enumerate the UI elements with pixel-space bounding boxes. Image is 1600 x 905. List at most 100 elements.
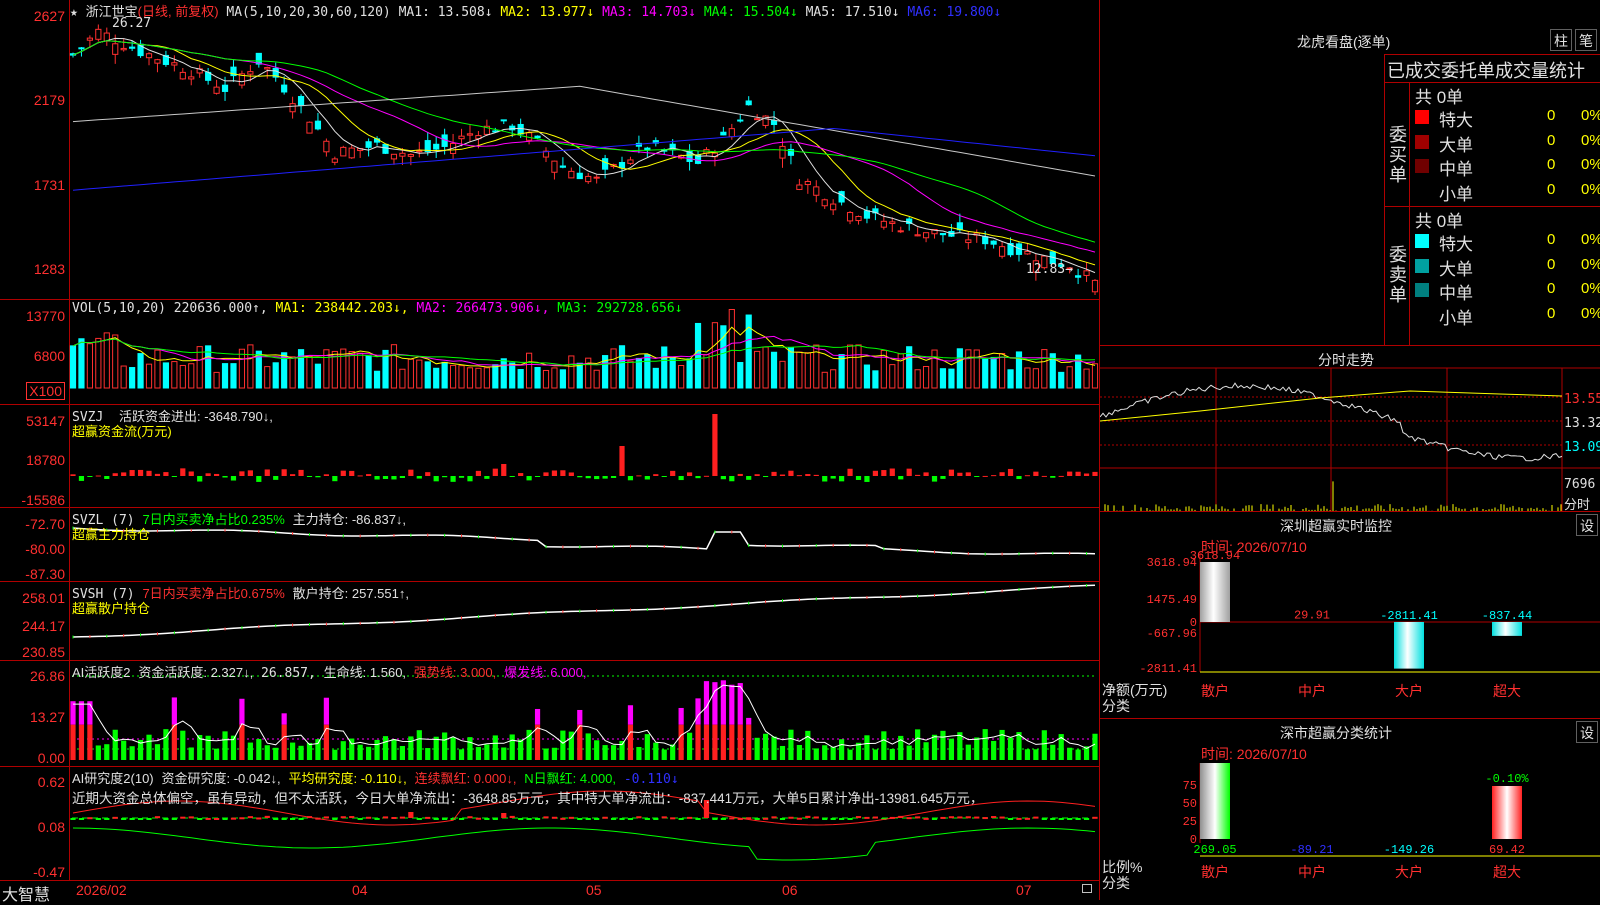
- ma3-value: MA3: 14.703↓: [602, 5, 697, 20]
- flow-bar: [154, 473, 161, 476]
- research-bar: [720, 818, 726, 820]
- research-bar: [915, 816, 921, 819]
- activity-bar: [298, 745, 304, 760]
- activity-bar: [70, 701, 76, 725]
- sz-monitor-panel[interactable]: 深圳超赢实时监控 设 时间: 2026/07/10 3618.94 1475.49…: [1099, 511, 1600, 718]
- flow-bar: [855, 476, 862, 480]
- color-swatch: [1415, 283, 1429, 297]
- volume-bar: [796, 351, 803, 389]
- research-bar: [526, 818, 532, 820]
- candle: [813, 186, 820, 196]
- flow-bar: [366, 474, 372, 476]
- research-bar: [957, 816, 963, 819]
- flow-bar: [619, 446, 625, 476]
- flow-bar: [957, 472, 963, 476]
- vol-header: VOL(5,10,20) 220636.000↑, MA1: 238442.20…: [72, 301, 683, 316]
- bar-view-button[interactable]: 柱: [1550, 29, 1572, 51]
- research-bar: [137, 818, 144, 820]
- research-bar: [146, 818, 152, 820]
- candle: [846, 212, 854, 222]
- research-bar: [560, 817, 566, 820]
- research-bar: [154, 816, 161, 819]
- volume-bar: [728, 308, 735, 389]
- ma5-line: [72, 85, 1096, 177]
- intraday-panel[interactable]: 分时走势 13.55 13.32 13.09 7696 分时: [1099, 345, 1600, 512]
- row-label: 小单: [1439, 308, 1473, 328]
- svsh-panel[interactable]: 258.01 244.17 230.85 SVSH (7) 7日内买卖净占比0.…: [0, 582, 1099, 661]
- ai2-label: AI研究度2(10): [72, 771, 154, 786]
- research-bar: [653, 818, 659, 820]
- ai1-t2: 26.857,: [261, 666, 316, 681]
- vol-ma1: MA1: 238442.203↓,: [275, 301, 409, 316]
- flow-bar: [627, 476, 634, 481]
- price-panel[interactable]: 2627 2179 1731 1283 ★ 浙江世宝(日线, 前复权) MA(5…: [0, 0, 1099, 300]
- sz-class-panel[interactable]: 深市超赢分类统计 设 时间: 2026/07/10 75 50 25 0 -0.10% 2…: [1099, 718, 1600, 900]
- svzj-panel[interactable]: 53147 18780 -15586 SVZJ 活跃资金进出: -3648.79…: [0, 405, 1099, 508]
- flow-bar: [433, 476, 439, 482]
- lock-icon[interactable]: [1082, 884, 1092, 893]
- tick-view-button[interactable]: 笔: [1575, 29, 1597, 51]
- activity-bar: [382, 736, 389, 760]
- ai2-t4: N日飘红: 4.000,: [524, 771, 617, 786]
- flow-bar: [1075, 471, 1081, 476]
- volume-bar: [348, 351, 355, 389]
- candlestick-chart[interactable]: [0, 0, 1099, 300]
- candle: [576, 172, 583, 180]
- bar-value: -149.26: [1384, 843, 1434, 857]
- research-bar: [205, 817, 211, 820]
- flow-bar: [137, 469, 144, 476]
- candle: [297, 96, 305, 106]
- activity-bar: [501, 747, 507, 760]
- monitor-bar: [1394, 622, 1424, 669]
- volume-bar: [509, 362, 516, 389]
- activity-bar: [180, 730, 186, 760]
- candle: [1075, 275, 1082, 278]
- activity-bar: [729, 724, 735, 760]
- volume-bar: [112, 334, 119, 389]
- flow-bar: [442, 476, 448, 478]
- research-bar: [805, 815, 811, 818]
- candle: [914, 234, 921, 237]
- research-bar: [467, 816, 473, 819]
- vol-ma3: MA3: 292728.656↓: [557, 301, 683, 316]
- flow-bar: [982, 475, 988, 477]
- volume-bar: [1058, 371, 1065, 389]
- flow-bar: [678, 476, 684, 481]
- volume-panel[interactable]: 13770 6800 X100 VOL(5,10,20) 220636.000↑…: [0, 300, 1099, 405]
- activity-bar: [129, 746, 135, 760]
- activity-bar: [771, 736, 777, 760]
- activity-bar: [281, 724, 287, 760]
- flow-bar: [281, 469, 287, 476]
- ai-activity-panel[interactable]: 26.86 13.27 0.00 AI活跃度2 资金活跃度: 2.327↓, 2…: [0, 661, 1099, 767]
- activity-bar: [695, 724, 701, 760]
- ai-research-panel[interactable]: 0.62 0.08 -0.47 AI研究度2(10) 资金研究度: -0.042…: [0, 767, 1099, 880]
- candle: [559, 165, 566, 168]
- date-label: 07: [1016, 882, 1032, 898]
- volume-bar: [399, 368, 406, 389]
- flow-bar: [906, 468, 912, 476]
- activity-bar: [839, 739, 845, 760]
- flow-bar: [425, 472, 431, 476]
- research-bar: [864, 816, 870, 819]
- flow-bar: [830, 476, 836, 479]
- research-bar: [484, 818, 490, 820]
- activity-bar: [1050, 744, 1056, 760]
- svzl-panel[interactable]: -72.70 -80.00 -87.30 SVZL (7) 7日内买卖净占比0.…: [0, 508, 1099, 582]
- flow-bar: [999, 472, 1005, 476]
- activity-bar: [729, 684, 735, 725]
- activity-bar: [720, 724, 726, 760]
- ai1-label: AI活跃度2: [72, 665, 131, 680]
- candle: [863, 210, 871, 219]
- intraday-chart[interactable]: [1100, 346, 1600, 512]
- volume-bar: [230, 363, 237, 389]
- candle: [804, 181, 811, 186]
- volume-bar: [694, 322, 702, 389]
- activity-bar: [805, 730, 811, 760]
- volume-bar: [669, 357, 676, 389]
- activity-bar: [602, 745, 608, 760]
- volume-bar: [627, 360, 634, 389]
- ma6-value: MA6: 19.800↓: [907, 5, 1002, 20]
- flow-bar: [881, 470, 887, 476]
- star-icon[interactable]: ★: [70, 5, 78, 20]
- volume-bar: [787, 347, 795, 389]
